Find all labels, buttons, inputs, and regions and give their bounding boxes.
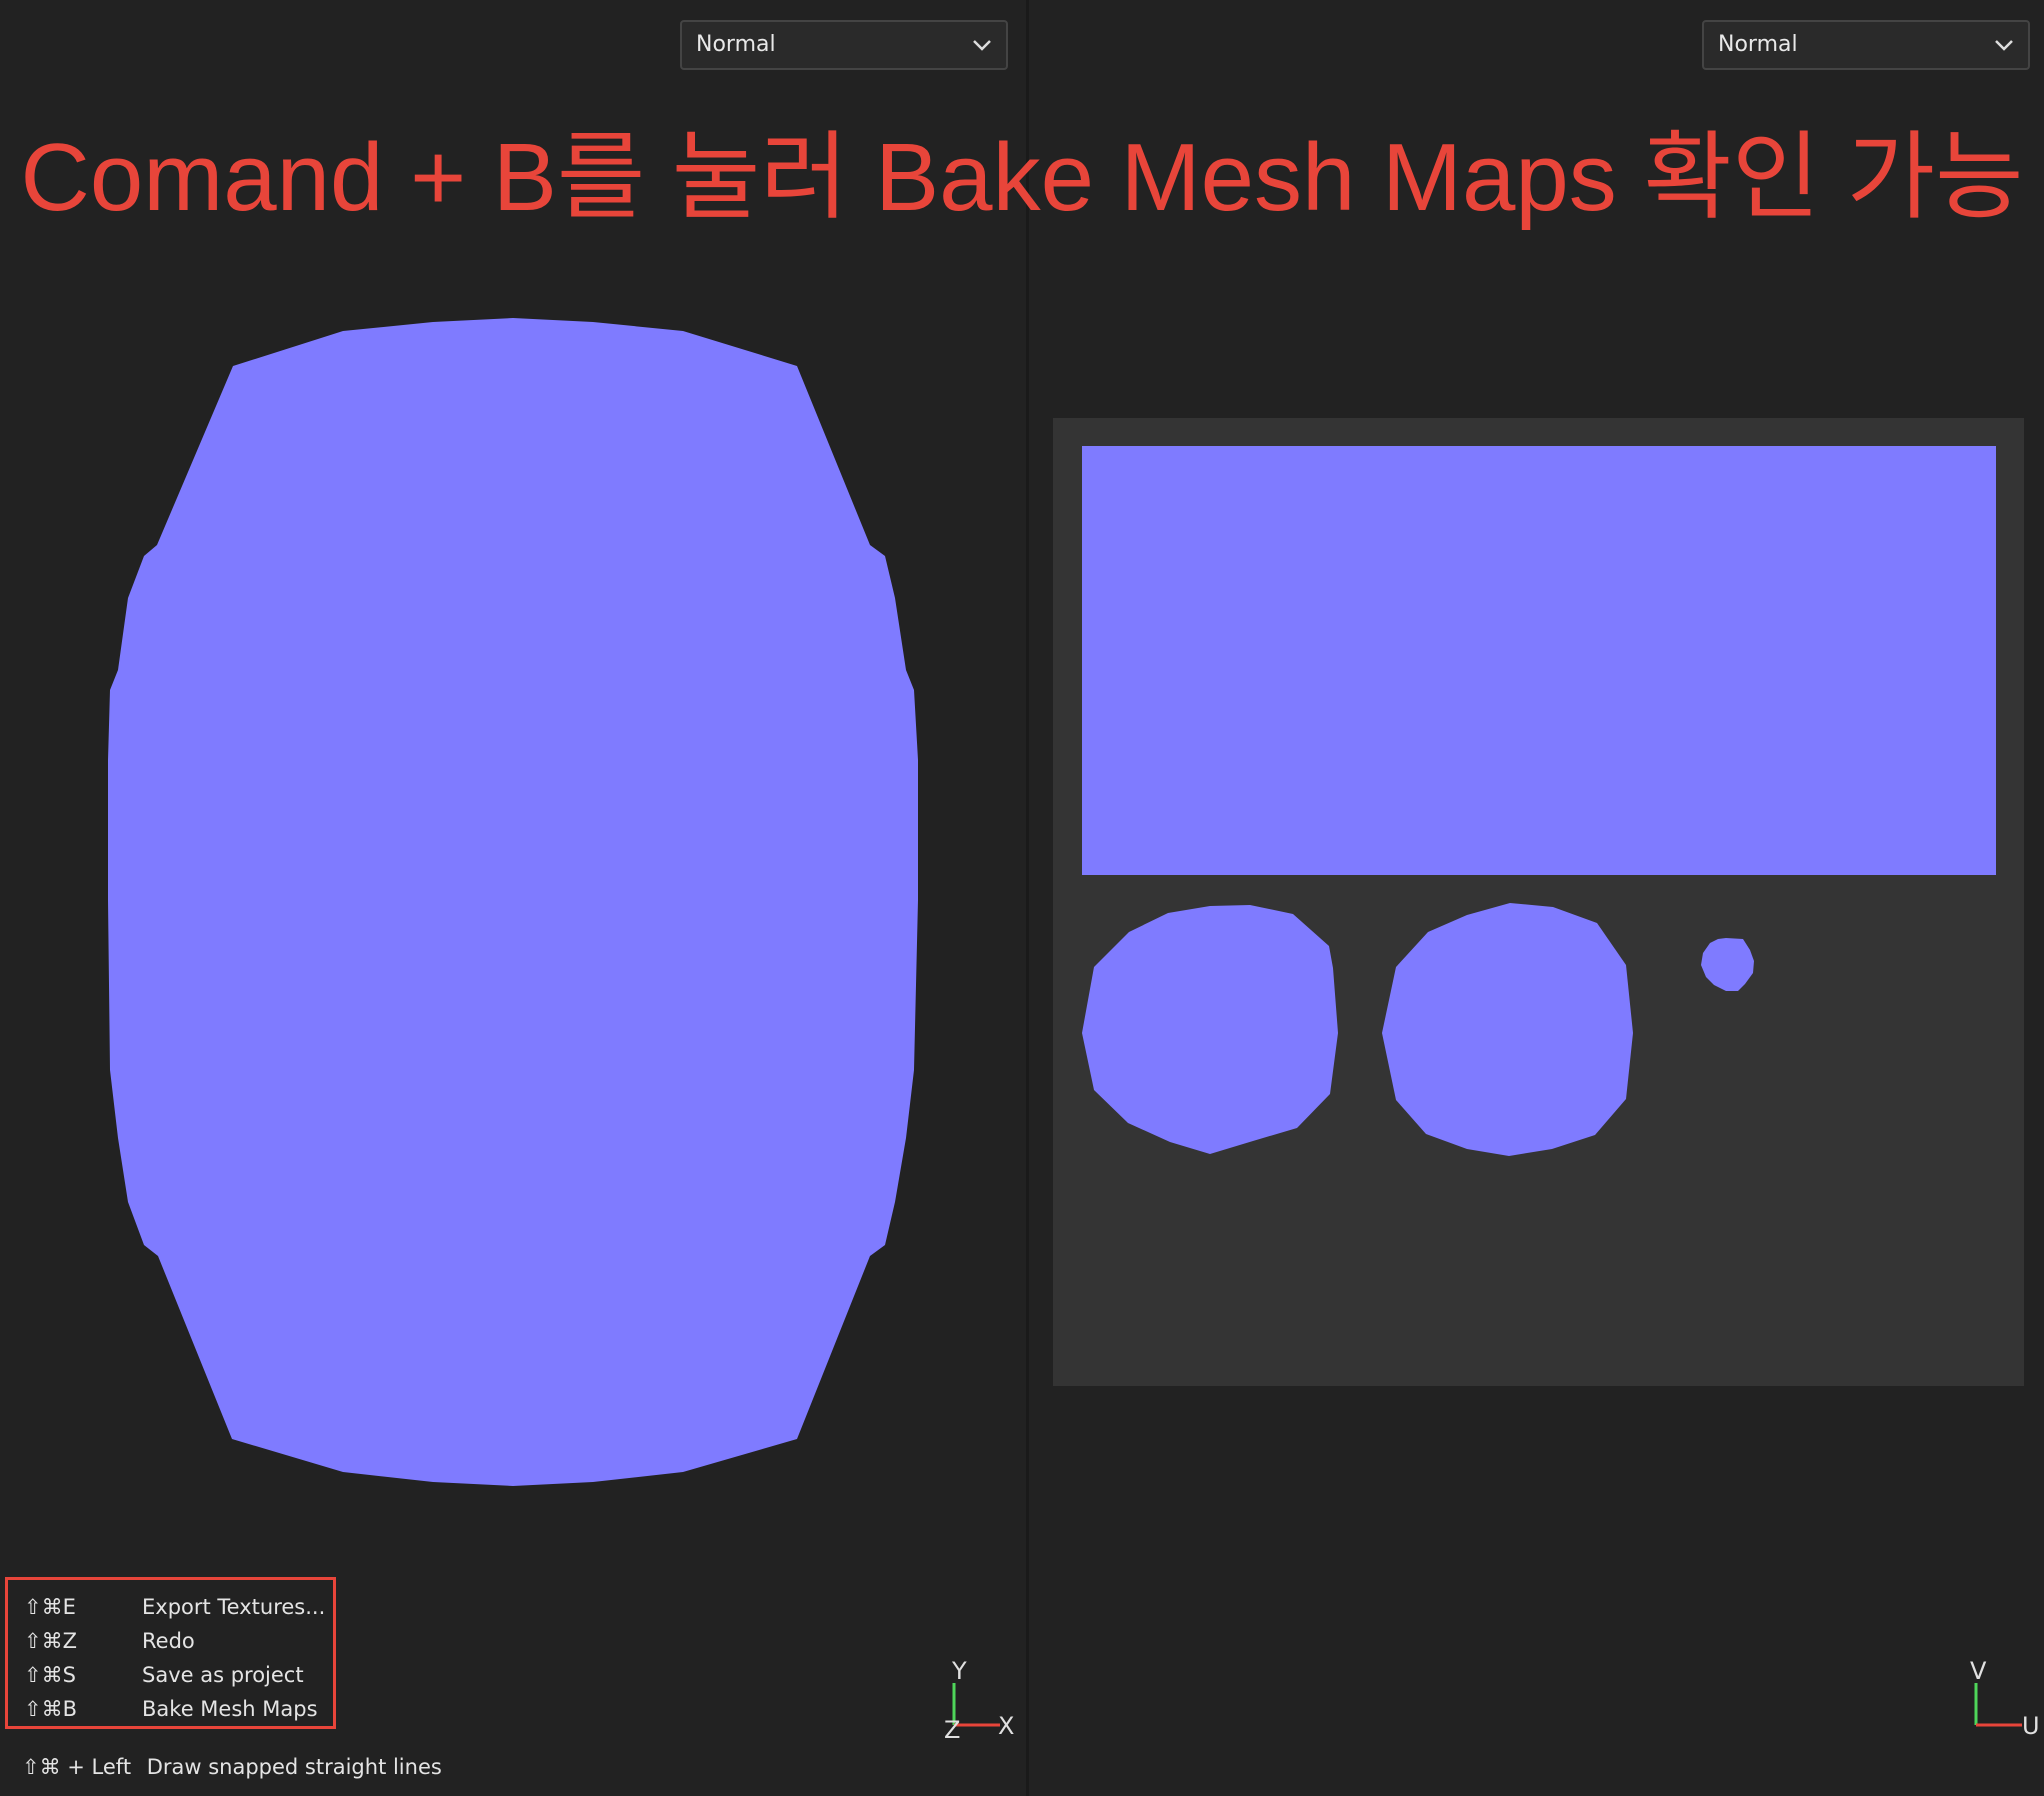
shortcut-keys: ⇧⌘Z <box>24 1629 77 1653</box>
channel-dropdown-value: Normal <box>1718 32 1798 57</box>
mesh-normal-preview[interactable] <box>0 0 1026 1796</box>
uv-island-small <box>1701 938 1754 991</box>
axis-u-label: U <box>2022 1712 2040 1740</box>
shortcut-keys: ⇧⌘E <box>24 1595 76 1619</box>
chevron-down-icon <box>1995 40 2013 51</box>
axis-gizmo-uv: V U <box>1964 1657 2044 1745</box>
chevron-down-icon <box>973 40 991 51</box>
uv-layout[interactable] <box>1053 418 2024 1386</box>
shortcut-label: Save as project <box>142 1663 304 1687</box>
hint-keys: ⇧⌘ + Left <box>22 1755 132 1779</box>
axis-y-label: Y <box>952 1657 967 1685</box>
shortcut-keys: ⇧⌘S <box>24 1663 76 1687</box>
annotation-caption: Comand + B를 눌러 Bake Mesh Maps 확인 가능 <box>20 124 2024 231</box>
shortcut-row[interactable]: ⇧⌘S Save as project <box>8 1658 333 1692</box>
axis-gizmo-3d: Y X Z <box>930 1657 1020 1745</box>
uv-island-cap-left <box>1082 905 1338 1154</box>
hint-label: Draw snapped straight lines <box>146 1755 442 1779</box>
shortcut-keys: ⇧⌘B <box>24 1697 78 1721</box>
channel-dropdown-left[interactable]: Normal <box>680 20 1008 70</box>
shortcut-list: ⇧⌘E Export Textures... ⇧⌘Z Redo ⇧⌘S Save… <box>5 1577 336 1729</box>
mouse-hint: ⇧⌘ + Left Draw snapped straight lines <box>22 1755 442 1779</box>
uv-island-body <box>1082 446 1996 875</box>
channel-dropdown-value: Normal <box>696 32 776 57</box>
axis-v-label: V <box>1970 1657 1987 1685</box>
uv-islands <box>1082 446 1996 1156</box>
axis-z-label: Z <box>944 1716 961 1744</box>
shortcut-label: Bake Mesh Maps <box>142 1697 318 1721</box>
axis-x-label: X <box>998 1712 1015 1740</box>
shortcut-row[interactable]: ⇧⌘E Export Textures... <box>8 1590 333 1624</box>
shortcut-label: Redo <box>142 1629 195 1653</box>
shortcut-row[interactable]: ⇧⌘Z Redo <box>8 1624 333 1658</box>
mesh-shape <box>108 318 918 1486</box>
channel-dropdown-right[interactable]: Normal <box>1702 20 2030 70</box>
shortcut-label: Export Textures... <box>142 1595 326 1619</box>
uv-island-cap-right <box>1382 903 1633 1156</box>
viewport-3d[interactable]: Normal ⇧⌘E Export Textures... ⇧⌘Z Redo ⇧… <box>0 0 1026 1796</box>
shortcut-row[interactable]: ⇧⌘B Bake Mesh Maps <box>8 1692 333 1726</box>
